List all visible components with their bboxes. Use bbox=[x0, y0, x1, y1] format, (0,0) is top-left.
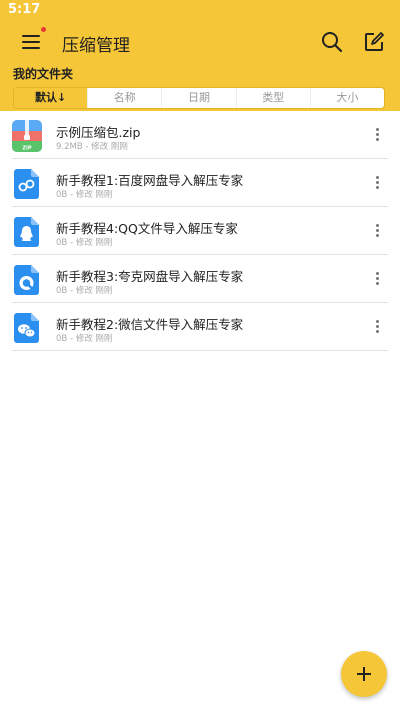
zip-icon: ZIP bbox=[12, 120, 42, 152]
folder-title: 我的文件夹 bbox=[13, 67, 74, 81]
edit-icon[interactable] bbox=[362, 30, 386, 54]
qq-icon bbox=[12, 216, 42, 248]
app-header: 5:17 压缩管理 我的文件夹 默认↓ 名称 日期 类型 大小 bbox=[0, 0, 400, 111]
menu-icon[interactable] bbox=[20, 30, 44, 54]
file-name: 示例压缩包.zip bbox=[56, 125, 141, 140]
sort-tabs: 默认↓ 名称 日期 类型 大小 bbox=[13, 87, 385, 109]
tab-sort-date[interactable]: 日期 bbox=[162, 88, 237, 108]
tab-sort-default[interactable]: 默认↓ bbox=[14, 88, 89, 108]
file-meta: 0B - 修改 刚刚 bbox=[56, 334, 113, 344]
tab-sort-name[interactable]: 名称 bbox=[88, 88, 163, 108]
more-vert-icon[interactable] bbox=[374, 224, 380, 240]
wechat-icon bbox=[12, 312, 42, 344]
svg-text:ZIP: ZIP bbox=[22, 146, 31, 152]
file-name: 新手教程2:微信文件导入解压专家 bbox=[56, 317, 244, 332]
list-item[interactable]: 新手教程3:夸克网盘导入解压专家 0B - 修改 刚刚 bbox=[12, 255, 388, 303]
status-time: 5:17 bbox=[8, 2, 41, 17]
list-item[interactable]: 新手教程1:百度网盘导入解压专家 0B - 修改 刚刚 bbox=[12, 159, 388, 207]
file-meta: 0B - 修改 刚刚 bbox=[56, 190, 113, 200]
tab-sort-size[interactable]: 大小 bbox=[311, 88, 384, 108]
file-name: 新手教程4:QQ文件导入解压专家 bbox=[56, 221, 238, 236]
file-meta: 0B - 修改 刚刚 bbox=[56, 286, 113, 296]
page-title: 压缩管理 bbox=[62, 36, 130, 56]
more-vert-icon[interactable] bbox=[374, 320, 380, 336]
list-item[interactable]: ZIP 示例压缩包.zip 9.2MB - 修改 刚刚 bbox=[12, 111, 388, 159]
file-name: 新手教程3:夸克网盘导入解压专家 bbox=[56, 269, 244, 284]
list-item[interactable]: 新手教程2:微信文件导入解压专家 0B - 修改 刚刚 bbox=[12, 303, 388, 351]
add-button[interactable] bbox=[341, 651, 387, 697]
list-item[interactable]: 新手教程4:QQ文件导入解压专家 0B - 修改 刚刚 bbox=[12, 207, 388, 255]
quark-icon bbox=[12, 264, 42, 296]
file-meta: 0B - 修改 刚刚 bbox=[56, 238, 113, 248]
more-vert-icon[interactable] bbox=[374, 176, 380, 192]
baidu-netdisk-icon bbox=[12, 168, 42, 200]
more-vert-icon[interactable] bbox=[374, 272, 380, 288]
file-name: 新手教程1:百度网盘导入解压专家 bbox=[56, 173, 244, 188]
search-icon[interactable] bbox=[320, 30, 344, 54]
tab-sort-type[interactable]: 类型 bbox=[237, 88, 311, 108]
file-meta: 9.2MB - 修改 刚刚 bbox=[56, 142, 128, 152]
notification-dot bbox=[41, 27, 46, 32]
file-list: ZIP 示例压缩包.zip 9.2MB - 修改 刚刚 新手教程1:百度网盘导入… bbox=[0, 111, 400, 351]
more-vert-icon[interactable] bbox=[374, 128, 380, 144]
